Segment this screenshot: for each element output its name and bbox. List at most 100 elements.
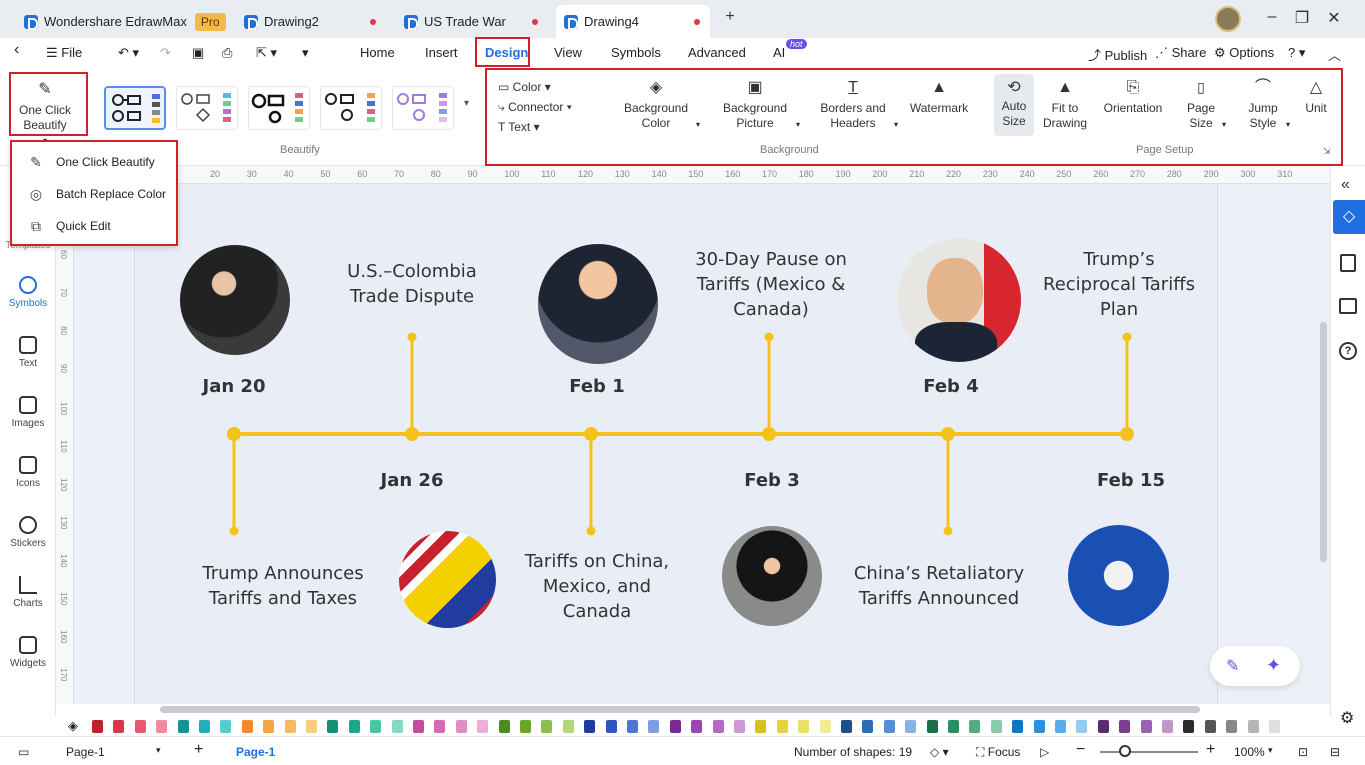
page-format-icon[interactable] <box>1340 254 1356 272</box>
beautify-sparkle-icon[interactable]: ✎ <box>1226 656 1239 676</box>
horizontal-scrollbar[interactable] <box>160 706 1200 713</box>
color-swatch[interactable] <box>948 720 959 733</box>
layers-icon[interactable]: ◇ ▾ <box>930 745 949 759</box>
color-swatch[interactable] <box>434 720 446 733</box>
fill-tool-icon[interactable]: ◈ <box>68 718 78 734</box>
chevron-down-icon[interactable]: ▾ <box>156 745 161 756</box>
sidebar-item-charts[interactable]: Charts <box>0 576 56 609</box>
color-swatch[interactable] <box>1247 720 1259 733</box>
color-swatch[interactable] <box>627 720 638 733</box>
sidebar-item-symbols[interactable]: Symbols <box>0 276 56 309</box>
color-swatch[interactable] <box>1226 720 1238 733</box>
sidebar-item-stickers[interactable]: Stickers <box>0 516 56 549</box>
color-swatch[interactable] <box>776 720 788 733</box>
color-swatch[interactable] <box>1012 720 1024 733</box>
photo-speaker-podium[interactable] <box>180 245 290 355</box>
presentation-icon[interactable] <box>1339 298 1357 314</box>
date-jan-20[interactable]: Jan 20 <box>174 376 294 397</box>
color-swatch[interactable] <box>520 720 531 733</box>
color-swatch[interactable] <box>1140 720 1152 733</box>
menu-item-quick-edit[interactable]: ⧉ Quick Edit <box>28 218 111 234</box>
color-swatch[interactable] <box>113 720 125 733</box>
color-swatch[interactable] <box>755 720 767 733</box>
color-swatch[interactable] <box>648 720 660 733</box>
menu-item-batch-replace-color[interactable]: ◎ Batch Replace Color <box>28 186 166 202</box>
date-feb-3[interactable]: Feb 3 <box>712 470 832 491</box>
color-swatch[interactable] <box>562 720 574 733</box>
zoom-out-icon[interactable]: − <box>1076 741 1085 759</box>
color-swatch[interactable] <box>819 720 831 733</box>
color-swatch[interactable] <box>498 720 510 733</box>
color-swatch[interactable] <box>1055 720 1066 733</box>
color-swatch[interactable] <box>327 720 339 733</box>
color-swatch[interactable] <box>1119 720 1131 733</box>
sidebar-item-images[interactable]: Images <box>0 396 56 429</box>
color-swatch[interactable] <box>1162 720 1173 733</box>
color-swatch[interactable] <box>862 720 874 733</box>
fit-page-icon[interactable]: ⊡ <box>1298 745 1308 759</box>
photo-podium-blue-backdrop[interactable] <box>1068 525 1169 626</box>
sidebar-item-icons[interactable]: Icons <box>0 456 56 489</box>
zoom-slider[interactable] <box>1100 751 1198 753</box>
zoom-in-icon[interactable]: + <box>1206 741 1215 759</box>
date-feb-15[interactable]: Feb 15 <box>1071 470 1191 491</box>
fill-bucket-icon[interactable]: ◇ <box>1333 200 1365 234</box>
ai-sparkle-icon[interactable]: ✦ <box>1266 655 1281 676</box>
chevron-down-icon[interactable]: ▾ <box>1268 745 1273 756</box>
color-swatch[interactable] <box>669 720 681 733</box>
color-swatch[interactable] <box>92 720 103 733</box>
event-tariffs-china-mexico-canada[interactable]: Tariffs on China, Mexico, and Canada <box>518 549 676 624</box>
event-reciprocal-tariffs[interactable]: Trump’s Reciprocal Tariffs Plan <box>1040 247 1198 322</box>
color-swatch[interactable] <box>477 720 489 733</box>
color-swatch[interactable] <box>798 720 810 733</box>
color-swatch[interactable] <box>241 720 253 733</box>
page-selector[interactable]: Page-1 <box>66 745 105 759</box>
color-swatch[interactable] <box>883 720 895 733</box>
color-swatch[interactable] <box>1204 720 1216 733</box>
color-swatch[interactable] <box>905 720 917 733</box>
color-swatch[interactable] <box>1269 720 1280 733</box>
vertical-scrollbar[interactable] <box>1320 322 1327 562</box>
color-swatch[interactable] <box>541 720 553 733</box>
color-swatch[interactable] <box>391 720 403 733</box>
color-swatch[interactable] <box>455 720 467 733</box>
color-swatch[interactable] <box>1076 720 1088 733</box>
date-feb-1[interactable]: Feb 1 <box>537 376 657 397</box>
color-swatch[interactable] <box>348 720 360 733</box>
color-swatch[interactable] <box>134 720 146 733</box>
color-swatch[interactable] <box>177 720 189 733</box>
page-tab-active[interactable]: Page-1 <box>236 745 275 759</box>
color-swatch[interactable] <box>156 720 168 733</box>
photo-speaker-stage[interactable] <box>722 526 822 626</box>
color-swatch[interactable] <box>199 720 210 733</box>
help-circle-icon[interactable]: ? <box>1339 342 1357 360</box>
menu-item-one-click-beautify[interactable]: ✎ One Click Beautify <box>28 154 155 170</box>
color-swatch[interactable] <box>263 720 275 733</box>
fullscreen-icon[interactable]: ⊟ <box>1330 745 1340 759</box>
event-trump-announces[interactable]: Trump Announces Tariffs and Taxes <box>196 561 370 611</box>
add-page-icon[interactable]: + <box>194 741 203 759</box>
color-swatch[interactable] <box>284 720 296 733</box>
play-icon[interactable]: ▷ <box>1040 745 1049 759</box>
date-feb-4[interactable]: Feb 4 <box>891 376 1011 397</box>
event-30-day-pause[interactable]: 30-Day Pause on Tariffs (Mexico & Canada… <box>690 247 852 322</box>
color-swatch[interactable] <box>969 720 981 733</box>
focus-button[interactable]: ⛶ Focus <box>976 745 1020 760</box>
color-swatch[interactable] <box>926 720 938 733</box>
color-swatch[interactable] <box>220 720 232 733</box>
color-swatch[interactable] <box>691 720 703 733</box>
color-swatch[interactable] <box>584 720 596 733</box>
sidebar-item-widgets[interactable]: Widgets <box>0 636 56 669</box>
color-swatch[interactable] <box>990 720 1002 733</box>
collapse-panel-icon[interactable]: « <box>1341 176 1350 194</box>
color-swatch[interactable] <box>370 720 382 733</box>
zoom-slider-handle[interactable] <box>1119 745 1131 757</box>
color-swatch[interactable] <box>712 720 724 733</box>
color-swatch[interactable] <box>1033 720 1045 733</box>
event-us-colombia[interactable]: U.S.–Colombia Trade Dispute <box>337 259 487 309</box>
photo-signing-document[interactable] <box>538 244 658 364</box>
color-swatch[interactable] <box>841 720 852 733</box>
color-swatch[interactable] <box>734 720 745 733</box>
zoom-level[interactable]: 100% <box>1234 745 1265 759</box>
color-swatch[interactable] <box>413 720 424 733</box>
